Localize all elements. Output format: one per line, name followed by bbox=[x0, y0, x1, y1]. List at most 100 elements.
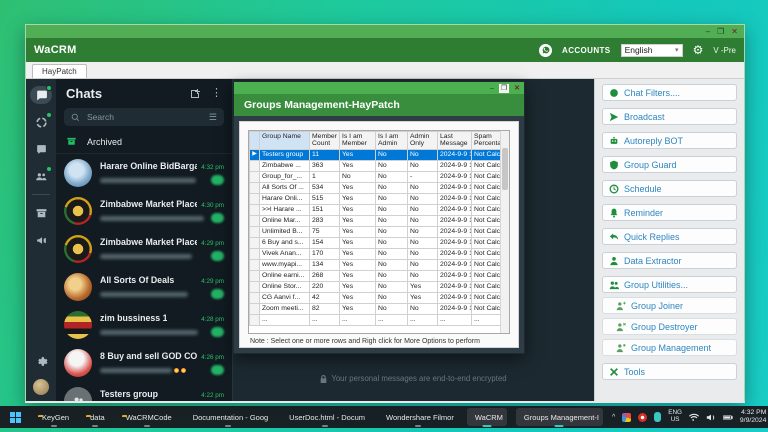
table-cell[interactable]: 2024-9-9 1... bbox=[438, 204, 472, 215]
battery-icon[interactable] bbox=[723, 413, 733, 422]
table-cell[interactable]: No bbox=[408, 160, 438, 171]
filter-icon[interactable]: ☰ bbox=[209, 112, 217, 123]
table-cell[interactable]: Yes bbox=[340, 160, 376, 171]
group-joiner-button[interactable]: Group Joiner bbox=[602, 297, 737, 314]
maximize-button[interactable]: ❐ bbox=[717, 28, 724, 36]
table-cell[interactable]: 82 bbox=[310, 303, 340, 314]
table-cell[interactable]: www.myapi... bbox=[260, 259, 310, 270]
settings-nav-icon[interactable] bbox=[30, 352, 52, 370]
table-cell[interactable]: 134 bbox=[310, 259, 340, 270]
language-select[interactable]: English ▾ bbox=[621, 44, 683, 57]
table-cell[interactable]: Online Mar... bbox=[260, 215, 310, 226]
chat-list-item[interactable]: All Sorts Of Deals4:29 pm bbox=[56, 268, 232, 306]
table-cell[interactable]: 2024-9-9 1... bbox=[438, 160, 472, 171]
table-scrollbar-thumb[interactable] bbox=[502, 148, 508, 190]
table-cell[interactable]: No bbox=[376, 281, 408, 292]
table-cell[interactable]: Harare Onli... bbox=[260, 193, 310, 204]
table-cell[interactable]: 2024-9-9 1... bbox=[438, 226, 472, 237]
table-cell[interactable]: 1 bbox=[310, 171, 340, 182]
row-selector-cell[interactable] bbox=[250, 171, 260, 182]
column-header[interactable]: Admin Only bbox=[408, 132, 438, 150]
chat-list-item[interactable]: zim bussiness 14:28 pm bbox=[56, 306, 232, 344]
table-cell[interactable]: No bbox=[408, 149, 438, 160]
schedule-button[interactable]: Schedule bbox=[602, 180, 737, 197]
chat-filters-button[interactable]: Chat Filters.... bbox=[602, 84, 737, 101]
wifi-icon[interactable] bbox=[689, 413, 699, 422]
table-cell[interactable]: ... bbox=[310, 314, 340, 325]
table-cell[interactable]: Yes bbox=[408, 281, 438, 292]
table-cell[interactable]: Yes bbox=[340, 270, 376, 281]
table-row[interactable]: Online Mar...283YesNoNo2024-9-9 1...Not … bbox=[250, 215, 509, 226]
table-cell[interactable]: CG Aanvi f... bbox=[260, 292, 310, 303]
table-cell[interactable]: 151 bbox=[310, 204, 340, 215]
archived-row[interactable]: Archived bbox=[56, 132, 232, 154]
row-selector-cell[interactable] bbox=[250, 237, 260, 248]
table-cell[interactable]: 2024-9-9 1... bbox=[438, 248, 472, 259]
table-cell[interactable]: 2024-9-9 1... bbox=[438, 259, 472, 270]
table-row[interactable]: Zoom meeti...82YesNoNo2024-9-9 1...Not C… bbox=[250, 303, 509, 314]
table-cell[interactable]: 2024-9-9 1... bbox=[438, 215, 472, 226]
table-cell[interactable]: Yes bbox=[340, 182, 376, 193]
table-cell[interactable]: 283 bbox=[310, 215, 340, 226]
table-cell[interactable]: Yes bbox=[340, 149, 376, 160]
table-cell[interactable]: No bbox=[376, 171, 408, 182]
row-selector-cell[interactable] bbox=[250, 204, 260, 215]
table-cell[interactable]: All Sorts Of ... bbox=[260, 182, 310, 193]
table-cell[interactable]: 268 bbox=[310, 270, 340, 281]
table-cell[interactable]: 2024-9-9 1... bbox=[438, 237, 472, 248]
table-row[interactable]: >>l Harare ...151YesNoNo2024-9-9 1...Not… bbox=[250, 204, 509, 215]
table-cell[interactable]: Zoom meeti... bbox=[260, 303, 310, 314]
group-utilities-button[interactable]: Group Utilities... bbox=[602, 276, 737, 293]
broadcast-nav-icon[interactable] bbox=[30, 231, 52, 249]
table-row[interactable]: Online Stor...220YesNoYes2024-9-9 1...No… bbox=[250, 281, 509, 292]
volume-icon[interactable] bbox=[706, 413, 716, 422]
menu-kebab-icon[interactable]: ⋮ bbox=[211, 88, 222, 99]
chat-list-item[interactable]: Testers group4:22 pm bbox=[56, 382, 232, 401]
taskbar-documentation-goog[interactable]: Documentation - Goog bbox=[185, 408, 272, 426]
taskbar-groups-management-i[interactable]: Groups Management-I bbox=[516, 408, 603, 426]
new-chat-icon[interactable] bbox=[189, 88, 201, 100]
table-cell[interactable]: Yes bbox=[340, 193, 376, 204]
broadcast-button[interactable]: Broadcast bbox=[602, 108, 737, 125]
table-cell[interactable]: 2024-9-9 1... bbox=[438, 292, 472, 303]
taskbar-keygen[interactable]: KeyGen bbox=[34, 408, 73, 426]
table-cell[interactable]: No bbox=[376, 160, 408, 171]
group-destroyer-button[interactable]: Group Destroyer bbox=[602, 318, 737, 335]
table-cell[interactable]: >>l Harare ... bbox=[260, 204, 310, 215]
quick-replies-button[interactable]: Quick Replies bbox=[602, 228, 737, 245]
table-cell[interactable]: 42 bbox=[310, 292, 340, 303]
table-cell[interactable]: 2024-9-9 1... bbox=[438, 182, 472, 193]
table-cell[interactable]: Yes bbox=[340, 215, 376, 226]
status-nav-icon[interactable] bbox=[30, 113, 52, 131]
taskbar-wacrmcode[interactable]: WaCRMCode bbox=[118, 408, 176, 426]
start-button[interactable] bbox=[6, 408, 25, 426]
row-selector-cell[interactable] bbox=[250, 292, 260, 303]
table-cell[interactable]: 75 bbox=[310, 226, 340, 237]
data-extractor-button[interactable]: Data Extractor bbox=[602, 252, 737, 269]
table-row[interactable]: ..................... bbox=[250, 314, 509, 325]
search-input[interactable]: Search ☰ bbox=[64, 108, 224, 126]
table-cell[interactable]: No bbox=[408, 204, 438, 215]
tab-haypatch[interactable]: HayPatch bbox=[32, 64, 87, 78]
column-header[interactable]: Last Message bbox=[438, 132, 472, 150]
table-cell[interactable]: 534 bbox=[310, 182, 340, 193]
table-cell[interactable]: No bbox=[376, 204, 408, 215]
language-indicator[interactable]: ENGUS bbox=[668, 410, 682, 423]
table-scrollbar[interactable] bbox=[500, 131, 509, 333]
row-selector-cell[interactable] bbox=[250, 281, 260, 292]
taskbar-data[interactable]: data bbox=[82, 408, 109, 426]
table-cell[interactable]: 220 bbox=[310, 281, 340, 292]
settings-gear-icon[interactable]: ⚙ bbox=[693, 44, 704, 56]
column-header[interactable]: Is I am Admin bbox=[376, 132, 408, 150]
row-selector-cell[interactable] bbox=[250, 270, 260, 281]
table-cell[interactable]: 2024-9-9 1... bbox=[438, 270, 472, 281]
groups-table[interactable]: Group NameMember CountIs I am MemberIs I… bbox=[249, 131, 509, 326]
chat-list-item[interactable]: Zimbabwe Market Place 84:29 pm bbox=[56, 230, 232, 268]
profile-avatar[interactable] bbox=[33, 379, 49, 395]
table-row[interactable]: Unlimited B...75YesNoNo2024-9-9 1...Not … bbox=[250, 226, 509, 237]
table-cell[interactable]: ... bbox=[340, 314, 376, 325]
taskbar-wacrm[interactable]: WaCRM bbox=[467, 408, 507, 426]
table-row[interactable]: www.myapi...134YesNoNo2024-9-9 1...Not C… bbox=[250, 259, 509, 270]
group-management-button[interactable]: Group Management bbox=[602, 339, 737, 356]
accounts-button[interactable]: ACCOUNTS bbox=[562, 46, 611, 55]
